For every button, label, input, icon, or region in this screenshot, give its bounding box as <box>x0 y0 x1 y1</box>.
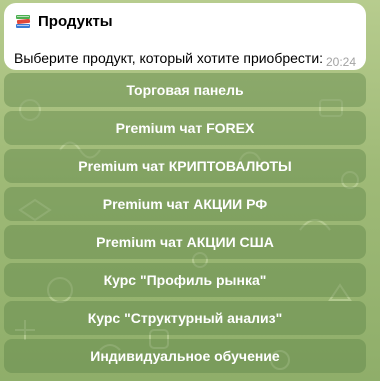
button-course-structural-analysis[interactable]: Курс "Структурный анализ" <box>4 301 366 335</box>
button-trading-panel[interactable]: Торговая панель <box>4 73 366 107</box>
button-premium-stocks-usa[interactable]: Premium чат АКЦИИ США <box>4 225 366 259</box>
message-timestamp: 20:24 <box>325 55 356 69</box>
message-title: Продукты <box>38 12 113 30</box>
message-text: Выберите продукт, который хотите приобре… <box>14 50 324 66</box>
button-premium-stocks-ru[interactable]: Premium чат АКЦИИ РФ <box>4 187 366 221</box>
button-premium-crypto[interactable]: Premium чат КРИПТОВАЛЮТЫ <box>4 149 366 183</box>
button-premium-forex[interactable]: Premium чат FOREX <box>4 111 366 145</box>
message-title-row: Продукты <box>14 11 113 31</box>
books-icon <box>14 12 32 30</box>
button-course-market-profile[interactable]: Курс "Профиль рынка" <box>4 263 366 297</box>
inline-keyboard: Торговая панель Premium чат FOREX Premiu… <box>4 73 366 377</box>
bot-message-bubble: Продукты Выберите продукт, который хотит… <box>4 3 366 70</box>
button-individual-training[interactable]: Индивидуальное обучение <box>4 339 366 373</box>
